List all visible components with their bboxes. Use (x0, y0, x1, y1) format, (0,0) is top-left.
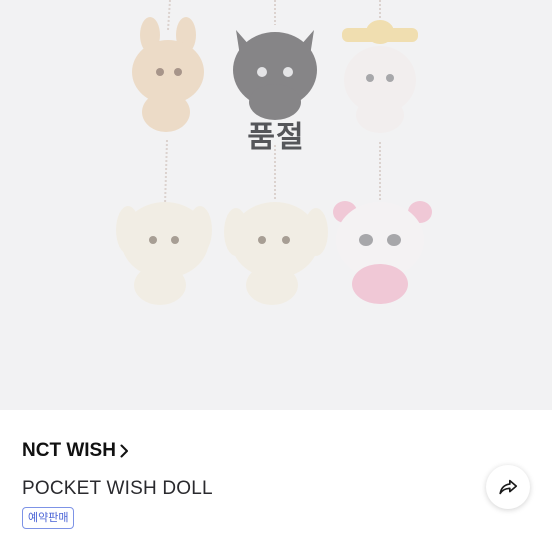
brand-link[interactable]: NCT WISH (22, 440, 129, 462)
product-page: 품절 NCT WISH POCKET WISH DOLL 예약판매 (0, 0, 552, 552)
share-arrow-icon (499, 479, 518, 495)
brand-name: NCT WISH (22, 440, 116, 461)
sold-out-label: 품절 (247, 120, 305, 155)
product-title: POCKET WISH DOLL (22, 478, 213, 499)
doll-cat (233, 30, 317, 120)
product-image[interactable]: 품절 (0, 0, 552, 410)
doll-panda (333, 201, 432, 304)
doll-illustration (116, 0, 432, 305)
share-button[interactable] (486, 465, 530, 509)
preorder-badge: 예약판매 (22, 507, 75, 529)
doll-puppy-middle (224, 202, 328, 305)
chevron-right-icon (120, 444, 128, 458)
doll-puppy-left (116, 202, 212, 305)
